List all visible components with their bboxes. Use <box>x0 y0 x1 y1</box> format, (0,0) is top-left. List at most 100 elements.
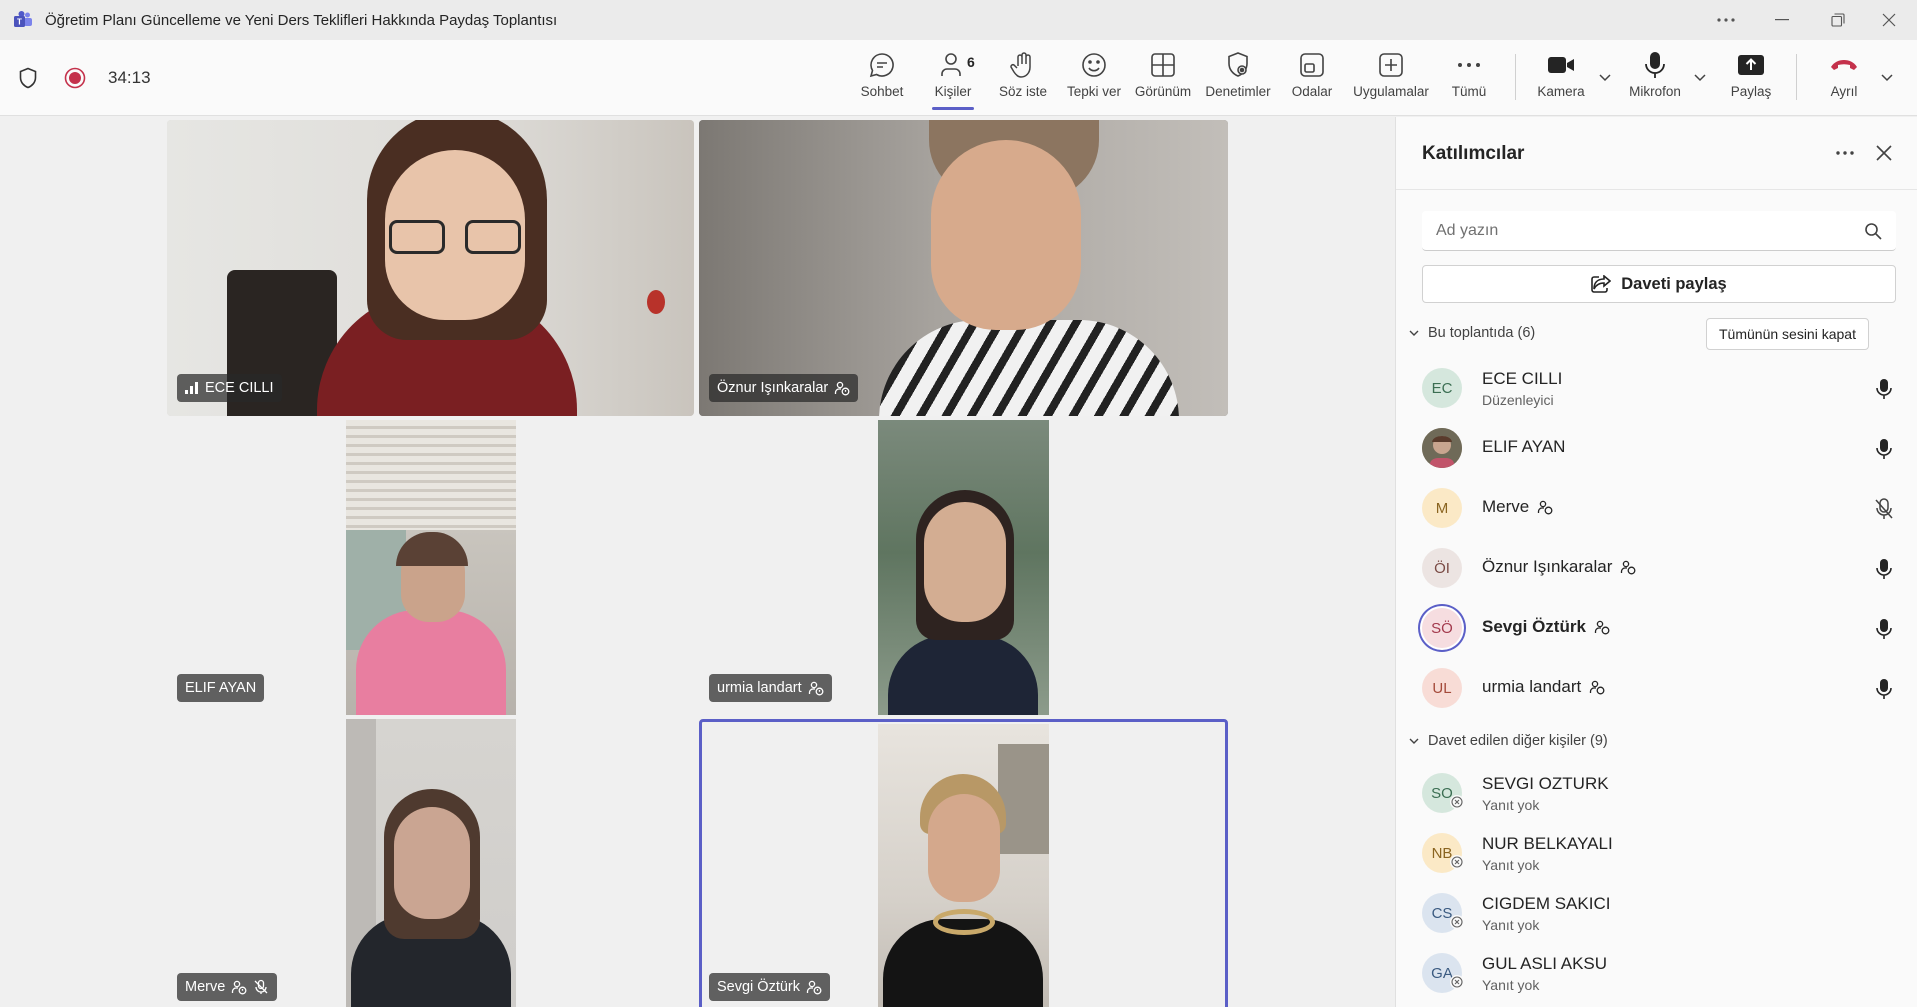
hang-up-icon <box>1831 60 1857 70</box>
camera-icon <box>1548 57 1574 73</box>
people-button[interactable]: 6 Kişiler <box>932 50 975 110</box>
avatar: M <box>1422 488 1462 528</box>
window-more-icon[interactable] <box>1698 0 1754 40</box>
more-button[interactable]: Tümü <box>1451 50 1487 106</box>
apps-button[interactable]: Uygulamalar <box>1352 50 1430 106</box>
participant-row[interactable]: ELIF AYAN <box>1422 422 1902 474</box>
participant-name-tag: Merve <box>177 973 278 1001</box>
participant-name: urmia landart <box>717 680 802 696</box>
react-button[interactable]: Tepki ver <box>1064 50 1124 106</box>
emoji-icon <box>1082 53 1106 77</box>
svg-text:T: T <box>17 18 22 27</box>
participant-video <box>346 420 516 715</box>
invited-section-header[interactable]: Davet edilen diğer kişiler (9) <box>1408 733 1608 749</box>
invited-row[interactable]: GA GUL ASLI AKSU Yanıt yok <box>1422 947 1902 999</box>
participant-video <box>346 719 516 1007</box>
restore-button[interactable] <box>1810 0 1866 40</box>
camera-button[interactable]: Kamera <box>1536 50 1586 106</box>
participant-name-tag: Sevgi Öztürk <box>709 973 830 1001</box>
participant-name-wrap: Öznur Işınkaralar <box>1482 557 1636 577</box>
participant-name: urmia landart <box>1482 677 1582 696</box>
guest-icon <box>806 980 822 995</box>
leave-options-chevron-icon[interactable] <box>1880 70 1894 84</box>
participant-name-tag: ELIF AYAN <box>177 674 265 702</box>
participant-name: Merve <box>185 979 226 995</box>
shield-icon[interactable] <box>18 67 38 89</box>
video-tile-sevgi-ozturk[interactable]: Sevgi Öztürk <box>699 719 1228 1007</box>
participant-name-wrap: urmia landart <box>1482 677 1605 697</box>
camera-options-chevron-icon[interactable] <box>1598 70 1612 84</box>
recording-icon[interactable] <box>64 67 86 89</box>
add-apps-icon <box>1379 53 1403 77</box>
share-invite-label: Daveti paylaş <box>1621 274 1727 293</box>
title-bar: T Öğretim Planı Güncelleme ve Yeni Ders … <box>0 0 1917 40</box>
invited-row[interactable]: SO SEVGI OZTURK Yanıt yok <box>1422 767 1902 819</box>
invited-row[interactable]: CS CIGDEM SAKICI Yanıt yok <box>1422 887 1902 939</box>
toolbar-divider <box>1515 54 1516 100</box>
view-button[interactable]: Görünüm <box>1133 50 1193 106</box>
participant-row[interactable]: SÖ Sevgi Öztürk <box>1422 602 1902 654</box>
invitee-status: Yanıt yok <box>1482 977 1540 993</box>
participant-video <box>167 120 694 416</box>
participant-row[interactable]: UL urmia landart <box>1422 662 1902 714</box>
video-stage: ECE CILLI Öznur Işınkaralar ELIF AYAN ur… <box>0 117 1395 1007</box>
search-icon[interactable] <box>1864 222 1882 240</box>
mic-options-chevron-icon[interactable] <box>1693 70 1707 84</box>
rooms-icon <box>1300 53 1324 77</box>
chat-button[interactable]: Sohbet <box>861 50 903 106</box>
no-response-icon <box>1450 915 1464 929</box>
participant-search[interactable] <box>1422 211 1896 251</box>
mic-button[interactable]: Mikrofon <box>1627 50 1683 106</box>
teams-logo-icon: T <box>14 11 32 27</box>
avatar: SÖ <box>1422 608 1462 648</box>
no-response-icon <box>1450 795 1464 809</box>
video-tile-merve[interactable]: Merve <box>167 719 694 1007</box>
raise-hand-button[interactable]: Söz iste <box>999 50 1047 106</box>
microphone-icon[interactable] <box>1874 678 1894 700</box>
signal-bars-icon <box>185 382 198 394</box>
invitee-status: Yanıt yok <box>1482 917 1540 933</box>
mute-all-button[interactable]: Tümünün sesini kapat <box>1706 318 1869 350</box>
participants-panel: Katılımcılar Daveti paylaş Bu toplantıda… <box>1395 117 1917 1007</box>
meeting-timer: 34:13 <box>108 68 151 87</box>
minimize-button[interactable] <box>1754 0 1810 40</box>
microphone-icon[interactable] <box>1874 378 1894 400</box>
panel-divider <box>1396 189 1917 190</box>
avatar <box>1422 428 1462 468</box>
invitee-status: Yanıt yok <box>1482 857 1540 873</box>
controls-button[interactable]: Denetimler <box>1203 50 1273 106</box>
participant-name: ELIF AYAN <box>1482 437 1566 456</box>
invited-row[interactable]: NB NUR BELKAYALI Yanıt yok <box>1422 827 1902 879</box>
mic-muted-icon[interactable] <box>1874 498 1894 520</box>
video-tile-elif-ayan[interactable]: ELIF AYAN <box>167 420 694 715</box>
avatar: EC <box>1422 368 1462 408</box>
invitee-status: Yanıt yok <box>1482 797 1540 813</box>
rooms-button[interactable]: Odalar <box>1290 50 1334 106</box>
close-window-button[interactable] <box>1861 0 1917 40</box>
video-tile-urmia-landart[interactable]: urmia landart <box>699 420 1228 715</box>
microphone-icon[interactable] <box>1874 618 1894 640</box>
panel-close-icon[interactable] <box>1876 145 1892 161</box>
leave-button[interactable]: Ayrıl <box>1826 50 1862 106</box>
more-label: Tümü <box>1451 84 1487 99</box>
in-meeting-section-header[interactable]: Bu toplantıda (6) <box>1408 325 1535 341</box>
panel-more-icon[interactable] <box>1836 151 1854 155</box>
participant-name-tag: ECE CILLI <box>177 374 282 402</box>
video-tile-ece-cilli[interactable]: ECE CILLI <box>167 120 694 416</box>
participant-video <box>878 724 1049 1007</box>
participant-name: ECE CILLI <box>205 380 274 396</box>
search-input[interactable] <box>1436 221 1836 240</box>
participant-row[interactable]: M Merve <box>1422 482 1902 534</box>
participant-name: ECE CILLI <box>1482 369 1563 388</box>
microphone-icon[interactable] <box>1874 438 1894 460</box>
microphone-icon[interactable] <box>1874 558 1894 580</box>
more-dots-icon <box>1458 63 1480 67</box>
share-invite-button[interactable]: Daveti paylaş <box>1422 265 1896 303</box>
participant-name: ELIF AYAN <box>185 680 257 696</box>
participant-row[interactable]: ÖI Öznur Işınkaralar <box>1422 542 1902 594</box>
video-tile-oznur-isinkaralar[interactable]: Öznur Işınkaralar <box>699 120 1228 416</box>
participant-row[interactable]: EC ECE CILLI Düzenleyici <box>1422 362 1902 414</box>
no-response-icon <box>1450 975 1464 989</box>
participant-video <box>699 120 1228 416</box>
share-button[interactable]: Paylaş <box>1731 50 1771 106</box>
